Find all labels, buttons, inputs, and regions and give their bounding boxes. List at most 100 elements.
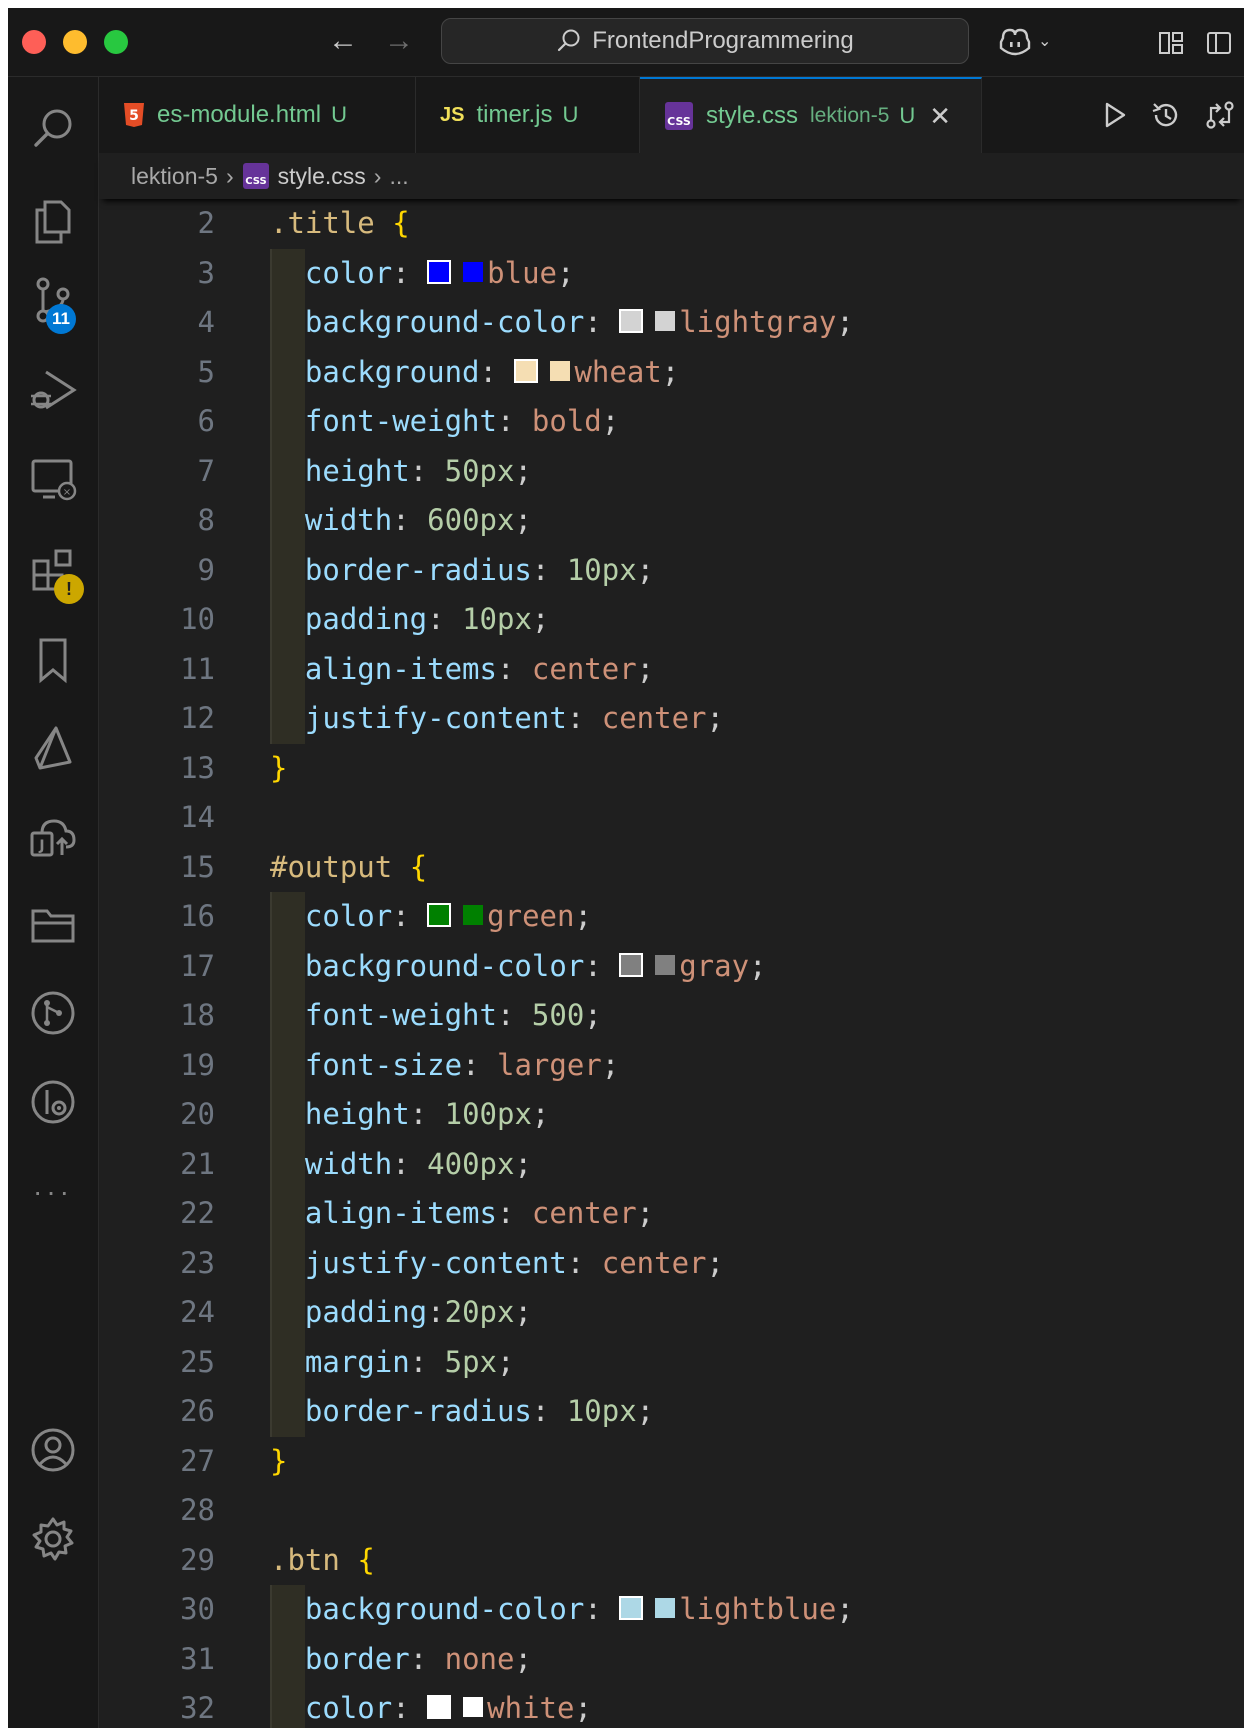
code-line[interactable]: 29 .btn { <box>99 1536 1244 1586</box>
activity-source-control[interactable]: 11 <box>8 270 98 334</box>
copilot-menu-button[interactable]: ⌄ <box>998 26 1051 56</box>
color-picker-swatch[interactable] <box>427 1695 452 1719</box>
activity-extensions[interactable]: ! <box>8 540 98 604</box>
colon: : <box>584 948 620 983</box>
code-line[interactable]: 13} <box>99 744 1244 794</box>
maximize-window-button[interactable] <box>104 30 128 54</box>
code-line[interactable]: 23 justify-content: center; <box>99 1238 1244 1288</box>
compare-changes-icon[interactable] <box>1204 100 1236 130</box>
colon: : <box>427 602 463 636</box>
activity-settings[interactable] <box>8 1509 98 1569</box>
code-line[interactable]: 26 border-radius: 10px; <box>99 1387 1244 1437</box>
tab-style-css[interactable]: CSS style.css lektion-5 U ✕ <box>640 77 982 153</box>
code-line[interactable]: 9 border-radius: 10px; <box>99 545 1244 596</box>
code-text: padding: 10px; <box>270 595 549 645</box>
color-picker-swatch[interactable] <box>619 952 644 977</box>
css-property: border-radius <box>304 552 532 587</box>
breadcrumb-folder[interactable]: lektion-5 <box>131 163 218 190</box>
line-number: 8 <box>197 503 215 537</box>
css-value: larger <box>496 1047 602 1082</box>
code-editor[interactable]: 2 .title {3 color: blue; 4 background-colo… <box>99 199 1244 1728</box>
code-text: align-items: center; <box>270 645 654 695</box>
svg-text:×: × <box>63 487 71 498</box>
css-value: 50px <box>444 453 515 488</box>
close-tab-icon[interactable]: ✕ <box>929 101 951 132</box>
color-picker-swatch[interactable] <box>619 309 644 333</box>
code-line[interactable]: 2 .title { <box>99 199 1244 249</box>
semicolon: ; <box>636 1394 655 1428</box>
brace: { <box>357 1542 375 1577</box>
code-line[interactable]: 22 align-items: center; <box>99 1189 1244 1239</box>
color-picker-swatch[interactable] <box>427 903 452 927</box>
customize-layout-icon[interactable] <box>1158 30 1184 56</box>
toggle-sidebar-icon[interactable] <box>1206 30 1232 56</box>
minimize-window-button[interactable] <box>63 30 87 54</box>
breadcrumb-symbols[interactable]: ... <box>389 163 408 190</box>
code-text: } <box>270 1437 287 1487</box>
activity-run-debug[interactable] <box>8 360 98 420</box>
code-line[interactable]: 11 align-items: center; <box>99 644 1244 695</box>
code-line[interactable]: 21 width: 400px; <box>99 1139 1244 1189</box>
code-line[interactable]: 12 justify-content: center; <box>99 694 1244 744</box>
code-line[interactable]: 4 background-color: lightgray; <box>99 298 1244 348</box>
code-line[interactable]: 5 background: wheat; <box>99 347 1244 397</box>
code-line[interactable]: 27} <box>99 1437 1244 1487</box>
command-center-search[interactable]: FrontendProgrammering <box>441 18 969 64</box>
activity-gitlens[interactable] <box>8 1072 98 1132</box>
svg-text:5: 5 <box>129 108 139 124</box>
code-line[interactable]: 20 height: 100px; <box>99 1090 1244 1140</box>
search-icon <box>34 109 72 147</box>
color-picker-swatch[interactable] <box>619 1596 644 1620</box>
code-line[interactable]: 3 color: blue; <box>99 248 1244 298</box>
code-line[interactable]: 31 border: none; <box>99 1634 1244 1684</box>
activity-git-graph[interactable] <box>8 983 98 1043</box>
color-decorator <box>463 1697 484 1717</box>
code-line[interactable]: 30 background-color: lightblue; <box>99 1585 1244 1635</box>
code-line[interactable]: 17 background-color: gray; <box>99 941 1244 991</box>
tab-es-module-html[interactable]: 5 es-module.html U <box>99 77 416 153</box>
code-line[interactable]: 15 #output { <box>99 843 1244 893</box>
code-line[interactable]: 8 width: 600px; <box>99 496 1244 546</box>
code-text: border-radius: 10px; <box>270 546 654 596</box>
code-line[interactable]: 24 padding:20px; <box>99 1288 1244 1338</box>
activity-search[interactable] <box>8 99 98 159</box>
code-line[interactable]: 19 font-size: larger; <box>99 1040 1244 1090</box>
code-text: #output { <box>270 843 427 893</box>
tab-timer-js[interactable]: JS timer.js U <box>416 77 640 153</box>
activity-more-icon[interactable]: ··· <box>8 1162 98 1222</box>
activity-cloud-deploy[interactable]: J <box>8 807 98 867</box>
activity-accounts[interactable] <box>8 1420 98 1480</box>
code-line[interactable]: 16 color: green; <box>99 892 1244 942</box>
css-property: margin <box>304 1344 410 1379</box>
code-line[interactable]: 7 height: 50px; <box>99 446 1244 496</box>
semicolon: ; <box>531 602 550 636</box>
breadcrumb: lektion-5 › CSS style.css › ... <box>99 153 1244 199</box>
activity-folders[interactable] <box>8 895 98 955</box>
code-text: justify-content: center; <box>270 694 724 744</box>
code-line[interactable]: 10 padding: 10px; <box>99 595 1244 645</box>
line-number: 7 <box>197 453 215 488</box>
back-arrow-icon[interactable]: ← <box>328 26 358 56</box>
timeline-history-icon[interactable] <box>1150 100 1182 130</box>
code-line[interactable]: 28 <box>99 1486 1244 1536</box>
color-picker-swatch[interactable] <box>514 358 539 383</box>
warning-icon: ! <box>54 574 84 604</box>
semicolon: ; <box>836 305 854 339</box>
forward-arrow-icon[interactable]: → <box>384 26 414 56</box>
close-window-button[interactable] <box>22 30 46 54</box>
activity-remote-explorer[interactable]: × <box>8 450 98 510</box>
code-line[interactable]: 6 font-weight: bold; <box>99 397 1244 447</box>
activity-bookmarks[interactable] <box>8 630 98 690</box>
line-number: 6 <box>197 404 215 438</box>
activity-explorer[interactable] <box>8 192 98 252</box>
color-picker-swatch[interactable] <box>427 259 452 284</box>
activity-prisma[interactable] <box>8 718 98 778</box>
code-line[interactable]: 32 color: white; <box>99 1684 1244 1728</box>
breadcrumb-file[interactable]: style.css <box>278 163 366 190</box>
semicolon: ; <box>706 1245 724 1280</box>
code-line[interactable]: 18 font-weight: 500; <box>99 991 1244 1041</box>
code-line[interactable]: 25 margin: 5px; <box>99 1337 1244 1387</box>
code-line[interactable]: 14 <box>99 793 1244 843</box>
tab-label: es-module.html <box>157 101 322 128</box>
run-icon[interactable] <box>1102 101 1128 129</box>
